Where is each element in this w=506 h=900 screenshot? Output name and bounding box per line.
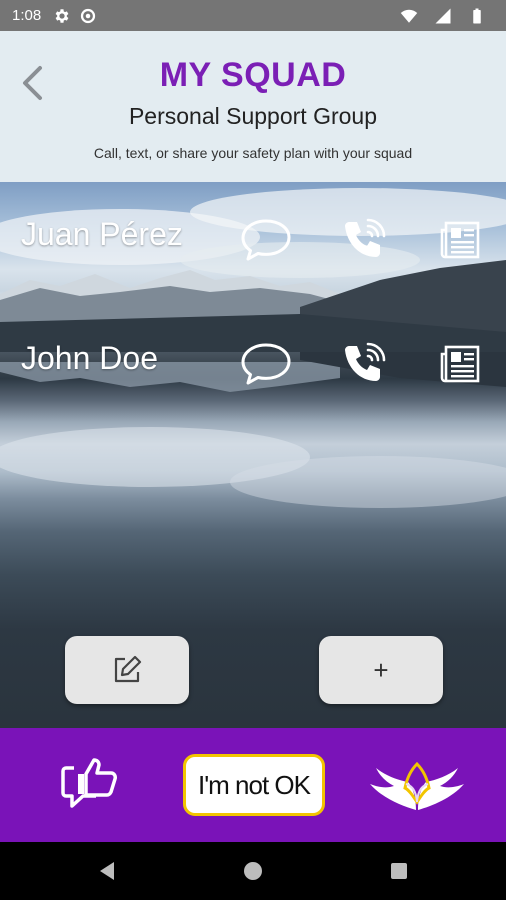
signal-icon xyxy=(434,7,452,25)
gear-icon xyxy=(53,7,71,25)
page-title: MY SQUAD xyxy=(159,56,347,94)
safety-plan-icon xyxy=(440,345,480,383)
edit-icon xyxy=(114,655,142,683)
safety-plan-button[interactable] xyxy=(432,214,488,266)
phone-icon xyxy=(345,342,386,381)
contact-name: John Doe xyxy=(21,340,158,376)
contact-row: John Doe xyxy=(0,334,506,398)
add-label: + xyxy=(373,654,389,685)
not-ok-button[interactable]: I'm not OK xyxy=(183,754,325,816)
contact-row: Juan Pérez xyxy=(0,210,506,274)
data-saver-icon xyxy=(79,7,97,25)
nav-recents-button[interactable] xyxy=(384,856,414,886)
thumbs-up-chat-icon xyxy=(61,758,117,808)
header: MY SQUAD Personal Support Group Call, te… xyxy=(0,31,506,182)
helper-text: Call, text, or share your safety plan wi… xyxy=(93,145,413,161)
status-time: 1:08 xyxy=(12,7,42,24)
page-subtitle: Personal Support Group xyxy=(128,103,378,129)
wifi-icon xyxy=(400,7,418,25)
system-nav-bar xyxy=(0,842,506,900)
circle-home-icon xyxy=(244,862,262,880)
call-button[interactable] xyxy=(336,338,392,390)
message-icon xyxy=(241,219,291,261)
wings-logo-button[interactable] xyxy=(366,754,468,816)
status-bar: 1:08 xyxy=(0,0,506,31)
thumbs-up-chat-button[interactable] xyxy=(60,756,124,814)
nav-back-button[interactable] xyxy=(92,856,122,886)
wings-logo-icon xyxy=(370,761,464,810)
edit-squad-button[interactable] xyxy=(65,636,189,704)
triangle-back-icon xyxy=(100,862,114,880)
call-button[interactable] xyxy=(336,214,392,266)
background-scene: Juan Pérez John Doe + xyxy=(0,182,506,728)
bottom-bar: I'm not OK xyxy=(0,728,506,842)
contact-name: Juan Pérez xyxy=(21,216,183,252)
add-member-button[interactable]: + xyxy=(319,636,443,704)
phone-icon xyxy=(345,218,386,257)
nav-home-button[interactable] xyxy=(238,856,268,886)
message-button[interactable] xyxy=(238,214,294,266)
safety-plan-icon xyxy=(440,221,480,259)
message-button[interactable] xyxy=(238,338,294,390)
square-recents-icon xyxy=(391,863,407,879)
not-ok-label: I'm not OK xyxy=(197,769,311,800)
safety-plan-button[interactable] xyxy=(432,338,488,390)
message-icon xyxy=(241,343,291,385)
battery-icon xyxy=(468,7,486,25)
